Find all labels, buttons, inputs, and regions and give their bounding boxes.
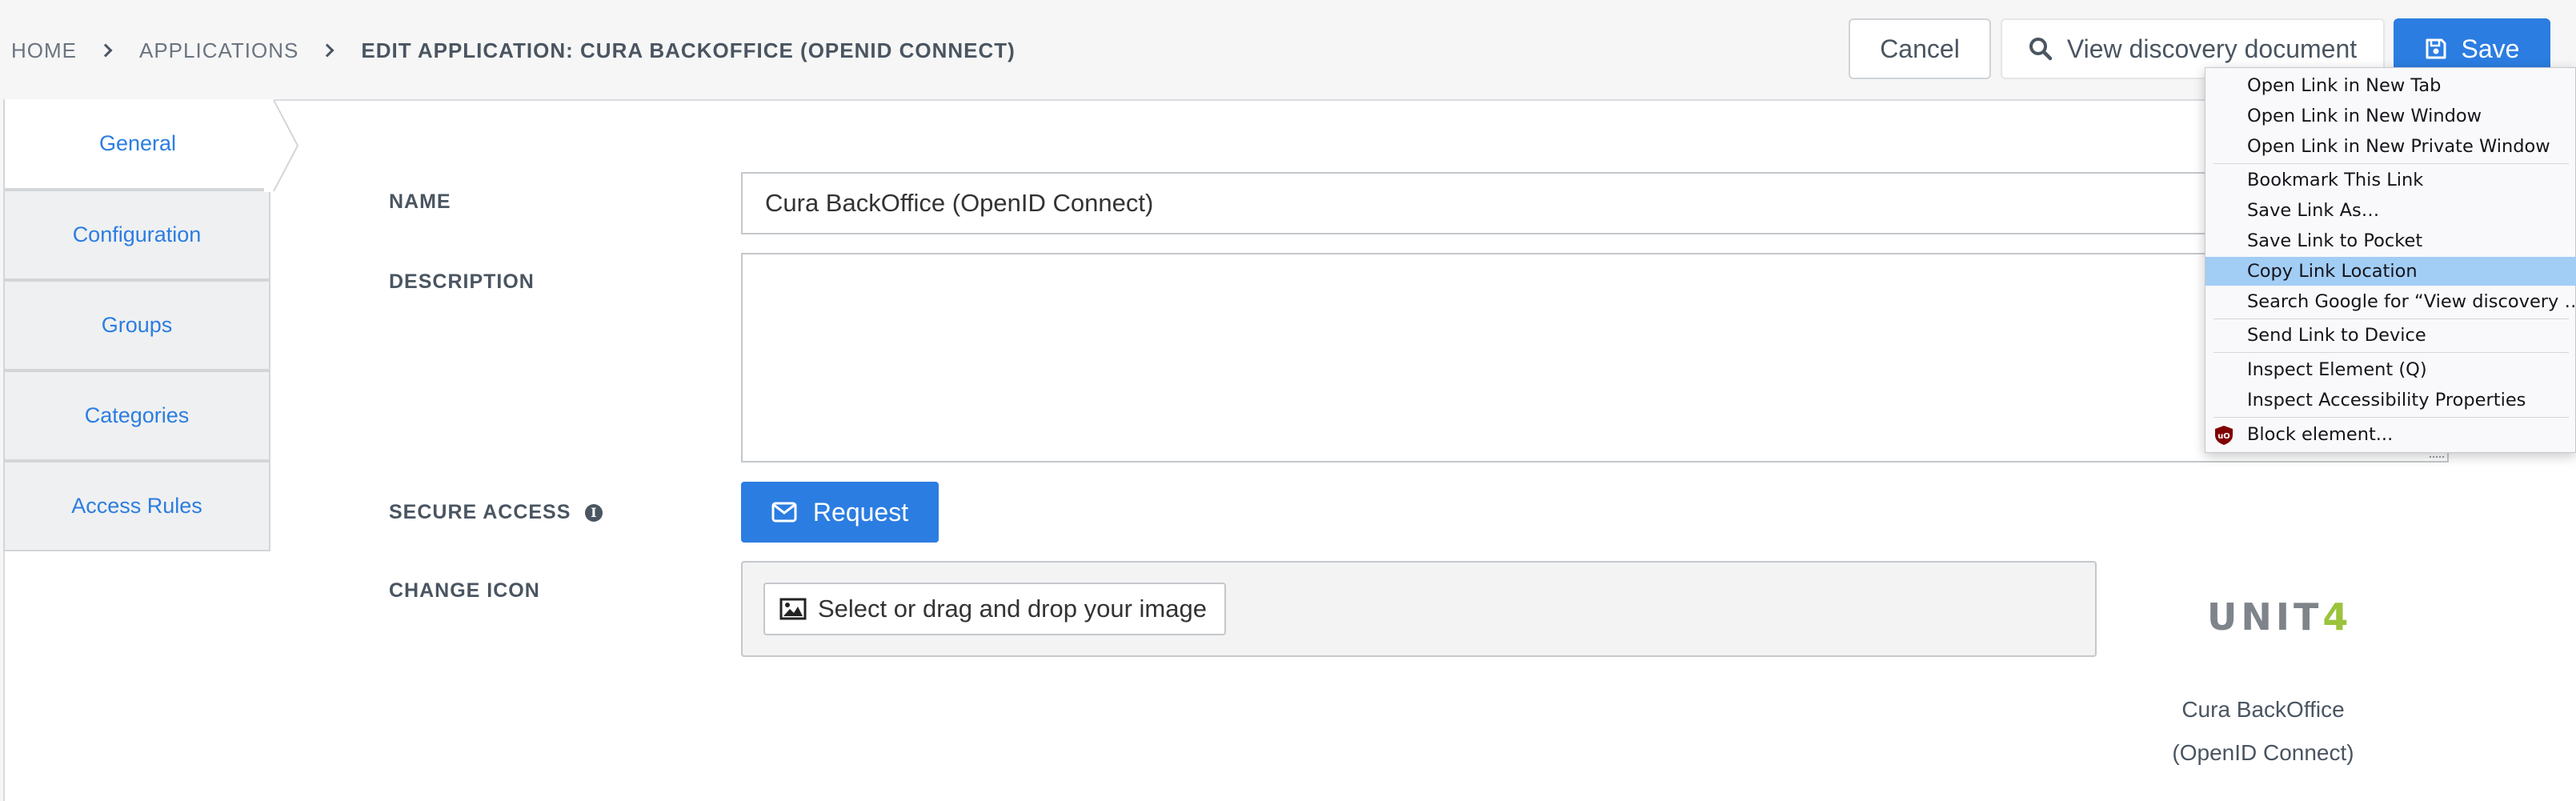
breadcrumb-current: EDIT APPLICATION: CURA BACKOFFICE (OPENI… <box>361 38 1016 62</box>
select-image-label: Select or drag and drop your image <box>818 595 1207 623</box>
menu-item-block-element[interactable]: uO Block element... <box>2205 420 2576 449</box>
chevron-right-icon <box>98 43 113 58</box>
tab-access-rules[interactable]: Access Rules <box>3 461 270 551</box>
menu-item-save-link-as[interactable]: Save Link As… <box>2205 196 2576 225</box>
tab-general[interactable]: General <box>3 99 270 190</box>
menu-separator <box>2213 352 2569 353</box>
menu-item-search-google[interactable]: Search Google for “View discovery …” <box>2205 287 2576 316</box>
select-image-button[interactable]: Select or drag and drop your image <box>763 583 1226 635</box>
menu-item-open-new-tab[interactable]: Open Link in New Tab <box>2205 71 2576 100</box>
menu-item-inspect-element[interactable]: Inspect Element (Q) <box>2205 355 2576 384</box>
menu-item-open-new-window[interactable]: Open Link in New Window <box>2205 102 2576 130</box>
info-icon[interactable]: i <box>585 503 603 522</box>
save-button-label: Save <box>2461 34 2520 63</box>
menu-item-save-to-pocket[interactable]: Save Link to Pocket <box>2205 226 2576 255</box>
secure-access-label: SECURE ACCESS <box>389 501 571 523</box>
name-label: NAME <box>389 190 451 213</box>
chevron-right-icon <box>320 43 335 58</box>
tab-general-label: General <box>98 131 177 155</box>
tab-configuration-label: Configuration <box>72 222 202 246</box>
request-button[interactable]: Request <box>741 482 939 543</box>
app-caption-line2: (OpenID Connect) <box>2172 740 2354 765</box>
menu-item-open-private-window[interactable]: Open Link in New Private Window <box>2205 132 2576 161</box>
name-input-value: Cura BackOffice (OpenID Connect) <box>765 189 1154 217</box>
menu-item-bookmark-link[interactable]: Bookmark This Link <box>2205 166 2576 194</box>
description-textarea[interactable] <box>741 253 2449 463</box>
breadcrumb: HOME APPLICATIONS EDIT APPLICATION: CURA… <box>11 35 1016 66</box>
breadcrumb-home[interactable]: HOME <box>11 38 77 63</box>
cancel-button-label: Cancel <box>1880 34 1960 63</box>
menu-separator <box>2213 163 2569 164</box>
breadcrumb-applications[interactable]: APPLICATIONS <box>139 38 298 63</box>
cancel-button[interactable]: Cancel <box>1849 18 1991 79</box>
tab-categories-label: Categories <box>84 403 190 427</box>
envelope-icon <box>771 502 797 523</box>
tab-categories[interactable]: Categories <box>3 370 270 461</box>
app-caption: Cura BackOffice (OpenID Connect) <box>2151 688 2375 775</box>
tab-configuration[interactable]: Configuration <box>3 190 270 280</box>
description-label: DESCRIPTION <box>389 270 535 293</box>
request-button-label: Request <box>812 497 909 527</box>
context-menu: Open Link in New Tab Open Link in New Wi… <box>2205 67 2576 453</box>
logo-text: UNIT <box>2207 595 2323 639</box>
menu-separator <box>2213 417 2569 418</box>
change-icon-label: CHANGE ICON <box>389 579 540 602</box>
secure-access-label-group: SECURE ACCESS i <box>389 501 603 524</box>
tab-groups-label: Groups <box>101 313 173 337</box>
menu-item-send-to-device[interactable]: Send Link to Device <box>2205 321 2576 350</box>
app-logo: UNIT 4 <box>2207 595 2349 639</box>
logo-accent: 4 <box>2322 595 2349 639</box>
image-icon <box>779 598 807 620</box>
app-caption-line1: Cura BackOffice <box>2181 697 2345 722</box>
floppy-disk-icon <box>2426 38 2446 59</box>
ublock-shield-icon: uO <box>2215 426 2233 445</box>
menu-item-inspect-accessibility[interactable]: Inspect Accessibility Properties <box>2205 386 2576 415</box>
view-discovery-document-label: View discovery document <box>2066 34 2358 63</box>
menu-item-block-element-label: Block element... <box>2247 424 2394 445</box>
menu-separator <box>2213 318 2569 319</box>
tab-access-rules-label: Access Rules <box>71 494 202 518</box>
top-bar: HOME APPLICATIONS EDIT APPLICATION: CURA… <box>0 0 2576 99</box>
name-input[interactable]: Cura BackOffice (OpenID Connect) <box>741 172 2449 234</box>
active-tab-pointer <box>264 99 299 192</box>
menu-item-copy-link-location[interactable]: Copy Link Location <box>2205 257 2576 286</box>
tab-groups[interactable]: Groups <box>3 280 270 370</box>
image-drop-zone[interactable]: Select or drag and drop your image <box>741 561 2097 657</box>
search-icon <box>2029 38 2053 61</box>
svg-text:uO: uO <box>2217 432 2230 441</box>
